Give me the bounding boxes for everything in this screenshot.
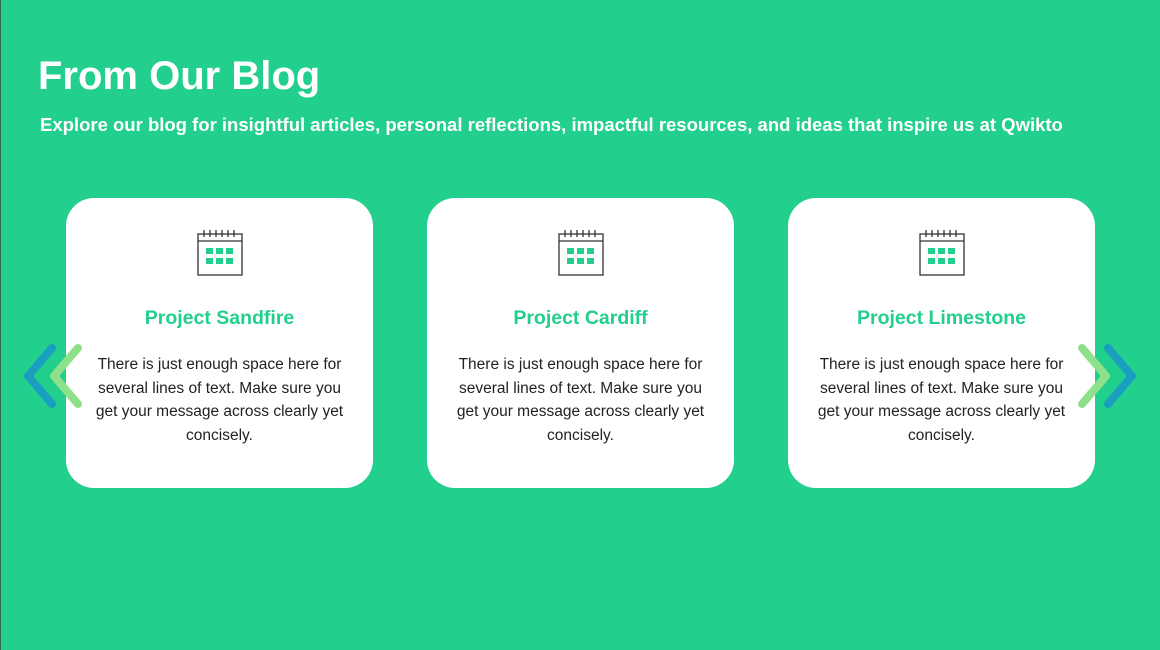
section-title: From Our Blog	[38, 54, 321, 98]
calendar-icon	[917, 228, 967, 278]
chevron-right-icon	[1070, 342, 1140, 410]
card-text: There is just enough space here for seve…	[456, 356, 705, 444]
card-text: There is just enough space here for seve…	[817, 356, 1066, 444]
card-title[interactable]: Project Limestone	[788, 306, 1095, 330]
carousel-next-button[interactable]	[1070, 342, 1140, 410]
blog-card-sandfire[interactable]: Project Sandfire There is just enough sp…	[66, 198, 373, 488]
blog-card-limestone[interactable]: Project Limestone There is just enough s…	[788, 198, 1095, 488]
calendar-icon	[556, 228, 606, 278]
card-title[interactable]: Project Sandfire	[66, 306, 373, 330]
card-title[interactable]: Project Cardiff	[427, 306, 734, 330]
card-text: There is just enough space here for seve…	[95, 356, 344, 444]
page-edge	[0, 0, 1, 650]
section-subtitle: Explore our blog for insightful articles…	[40, 114, 1063, 135]
calendar-icon	[195, 228, 245, 278]
carousel-prev-button[interactable]	[20, 342, 90, 410]
blog-card-cardiff[interactable]: Project Cardiff There is just enough spa…	[427, 198, 734, 488]
chevron-left-icon	[20, 342, 90, 410]
